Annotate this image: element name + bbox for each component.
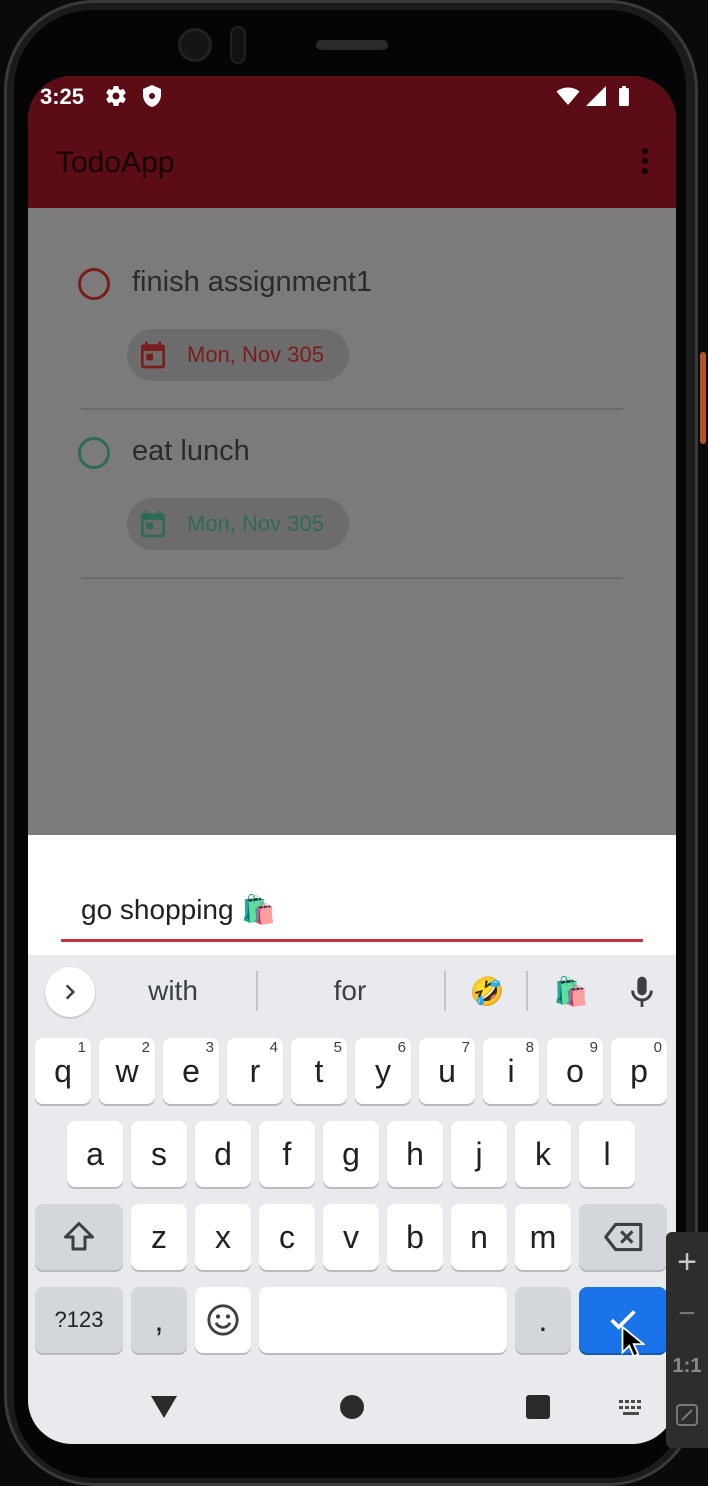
key-v[interactable]: v xyxy=(323,1204,379,1270)
key-l[interactable]: l xyxy=(579,1121,635,1187)
key-n[interactable]: n xyxy=(451,1204,507,1270)
divider xyxy=(81,577,623,579)
soft-keyboard: with for 🤣 🛍️ q1 w2 e3 r4 t5 y6 u7 i8 o9… xyxy=(28,955,676,1444)
screen: 3:25 TodoApp finish assignment1 Mon, Nov… xyxy=(28,76,676,1444)
key-a[interactable]: a xyxy=(67,1121,123,1187)
date-chip[interactable]: Mon, Nov 305 xyxy=(127,498,349,550)
key-b[interactable]: b xyxy=(387,1204,443,1270)
smiley-icon xyxy=(207,1304,239,1336)
recents-icon[interactable] xyxy=(525,1394,551,1420)
emoji-key[interactable] xyxy=(195,1287,251,1353)
signal-icon xyxy=(586,86,606,106)
period-key[interactable]: . xyxy=(515,1287,571,1353)
microphone-icon[interactable] xyxy=(628,975,656,1011)
calendar-icon xyxy=(141,510,165,538)
calendar-icon xyxy=(141,341,165,369)
key-p[interactable]: p0 xyxy=(611,1038,667,1104)
power-button[interactable] xyxy=(700,352,706,444)
battery-icon xyxy=(619,86,629,106)
device-frame: 3:25 TodoApp finish assignment1 Mon, Nov… xyxy=(0,0,708,1486)
key-e[interactable]: e3 xyxy=(163,1038,219,1104)
emulator-zoom-panel: + − 1:1 xyxy=(666,1232,708,1448)
gear-icon xyxy=(106,86,126,107)
date-chip[interactable]: Mon, Nov 305 xyxy=(127,329,349,381)
zoom-in-button[interactable]: + xyxy=(666,1242,708,1282)
key-y[interactable]: y6 xyxy=(355,1038,411,1104)
input-underline xyxy=(61,939,643,942)
key-w[interactable]: w2 xyxy=(99,1038,155,1104)
keyboard-switch-icon[interactable] xyxy=(618,1398,646,1418)
more-vert-icon[interactable] xyxy=(640,148,650,178)
app-title: TodoApp xyxy=(56,146,175,179)
suggestion-divider xyxy=(444,971,446,1011)
done-key[interactable] xyxy=(579,1287,667,1358)
fit-screen-icon[interactable] xyxy=(676,1404,698,1426)
suggestion-divider xyxy=(526,971,528,1011)
backspace-key[interactable] xyxy=(579,1204,667,1270)
key-c[interactable]: c xyxy=(259,1204,315,1270)
status-time: 3:25 xyxy=(40,84,85,109)
key-r[interactable]: r4 xyxy=(227,1038,283,1104)
expand-toolbar-button[interactable] xyxy=(45,967,95,1017)
key-k[interactable]: k xyxy=(515,1121,571,1187)
key-z[interactable]: z xyxy=(131,1204,187,1270)
key-t[interactable]: t5 xyxy=(291,1038,347,1104)
backspace-icon xyxy=(604,1222,643,1252)
key-s[interactable]: s xyxy=(131,1121,187,1187)
navigation-bar xyxy=(28,1378,676,1444)
key-u[interactable]: u7 xyxy=(419,1038,475,1104)
suggestion-2[interactable]: for xyxy=(300,975,400,1007)
app-bar: TodoApp xyxy=(28,118,676,208)
earpiece-speaker xyxy=(316,40,388,50)
comma-key[interactable]: , xyxy=(131,1287,187,1353)
shield-icon xyxy=(143,85,161,107)
proximity-sensor xyxy=(230,26,246,64)
key-i[interactable]: i8 xyxy=(483,1038,539,1104)
emoji-suggestion-1[interactable]: 🤣 xyxy=(462,975,512,1008)
key-q[interactable]: q1 xyxy=(35,1038,91,1104)
todo-list: finish assignment1 Mon, Nov 305 eat lunc… xyxy=(28,208,676,835)
todo-title: eat lunch xyxy=(132,435,250,467)
todo-checkbox[interactable] xyxy=(78,437,110,469)
key-f[interactable]: f xyxy=(259,1121,315,1187)
todo-checkbox[interactable] xyxy=(78,268,110,300)
symbols-key[interactable]: ?123 xyxy=(35,1287,123,1353)
todo-item[interactable]: finish assignment1 Mon, Nov 305 xyxy=(28,208,676,410)
key-j[interactable]: j xyxy=(451,1121,507,1187)
spacebar[interactable] xyxy=(259,1287,507,1353)
todo-input[interactable]: go shopping 🛍️ xyxy=(81,893,276,926)
key-m[interactable]: m xyxy=(515,1204,571,1270)
back-icon[interactable] xyxy=(149,1394,179,1420)
suggestion-1[interactable]: with xyxy=(123,975,223,1007)
date-label: Mon, Nov 305 xyxy=(187,342,324,367)
shift-icon xyxy=(64,1222,94,1251)
new-todo-sheet: go shopping 🛍️ xyxy=(28,835,676,955)
chevron-right-icon xyxy=(65,984,76,1000)
suggestion-divider xyxy=(256,971,258,1011)
todo-title: finish assignment1 xyxy=(132,266,373,298)
key-h[interactable]: h xyxy=(387,1121,443,1187)
status-bar: 3:25 xyxy=(28,76,676,118)
key-d[interactable]: d xyxy=(195,1121,251,1187)
mouse-cursor-icon xyxy=(621,1325,645,1358)
shift-key[interactable] xyxy=(35,1204,123,1270)
emoji-suggestion-2[interactable]: 🛍️ xyxy=(546,975,596,1008)
date-label: Mon, Nov 305 xyxy=(187,511,324,536)
home-icon[interactable] xyxy=(339,1394,365,1420)
todo-item[interactable]: eat lunch Mon, Nov 305 xyxy=(28,377,676,579)
wifi-icon xyxy=(556,87,580,105)
key-x[interactable]: x xyxy=(195,1204,251,1270)
actual-size-button[interactable]: 1:1 xyxy=(666,1352,708,1380)
front-camera xyxy=(178,28,212,62)
zoom-out-button[interactable]: − xyxy=(666,1294,708,1334)
key-g[interactable]: g xyxy=(323,1121,379,1187)
key-o[interactable]: o9 xyxy=(547,1038,603,1104)
